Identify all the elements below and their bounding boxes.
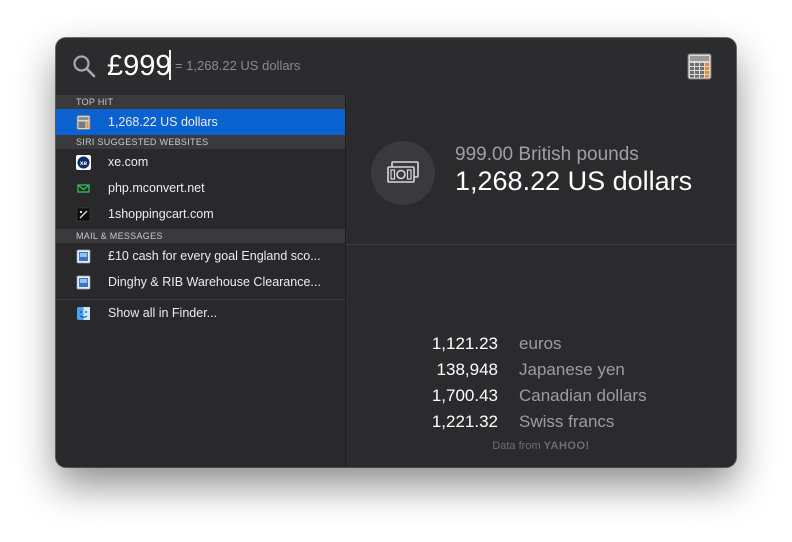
show-all-in-finder[interactable]: Show all in Finder... <box>56 300 345 326</box>
result-label: 1shoppingcart.com <box>108 207 214 221</box>
converted-amount: 1,268.22 US dollars <box>455 166 693 196</box>
result-label: php.mconvert.net <box>108 181 205 195</box>
result-label: Dinghy & RIB Warehouse Clearance... <box>108 275 321 289</box>
section-header-top-hit: TOP HIT <box>56 95 345 109</box>
result-1shoppingcart[interactable]: 1shoppingcart.com <box>56 201 345 227</box>
conversion-row-euros: 1,121.23 euros <box>346 331 736 357</box>
preview-divider <box>346 244 736 245</box>
section-header-siri: SIRI SUGGESTED WEBSITES <box>56 135 345 149</box>
conversion-currency: Swiss francs <box>519 412 615 431</box>
search-input[interactable]: £999 <box>107 48 172 84</box>
text-caret <box>169 50 171 80</box>
conversion-currency: Japanese yen <box>519 360 625 379</box>
conversion-row-chf: 1,221.32 Swiss francs <box>346 409 736 435</box>
data-source-credit: Data from YAHOO! <box>346 440 736 452</box>
inline-result: = 1,268.22 US dollars <box>175 58 301 73</box>
conversion-amount: 1,700.43 <box>431 386 498 405</box>
spotlight-window: £999 = 1,268.22 US dollars TOP HIT 1,268… <box>56 38 736 467</box>
conversion-currency: euros <box>519 334 562 353</box>
result-mail-1[interactable]: £10 cash for every goal England sco... <box>56 243 345 269</box>
result-label: Show all in Finder... <box>108 306 218 320</box>
section-header-mail: MAIL & MESSAGES <box>56 229 345 243</box>
calculator-icon <box>76 115 91 130</box>
conversion-amount: 1,121.23 <box>431 334 498 353</box>
conversion-amount: 138,948 <box>436 360 498 379</box>
result-top-hit[interactable]: 1,268.22 US dollars <box>56 109 345 135</box>
conversion-amount: 1,221.32 <box>431 412 498 431</box>
preview-panel: 999.00 British pounds 1,268.22 US dollar… <box>346 95 736 467</box>
calculator-icon <box>687 53 712 80</box>
conversion-currency: Canadian dollars <box>519 386 647 405</box>
conversion-row-yen: 138,948 Japanese yen <box>346 357 736 383</box>
shoppingcart-favicon-icon <box>76 207 91 222</box>
search-bar: £999 = 1,268.22 US dollars <box>56 38 736 96</box>
conversion-row-cad: 1,700.43 Canadian dollars <box>346 383 736 409</box>
result-label: 1,268.22 US dollars <box>108 115 218 129</box>
result-label: £10 cash for every goal England sco... <box>108 249 321 263</box>
result-mconvert[interactable]: php.mconvert.net <box>56 175 345 201</box>
results-list: TOP HIT 1,268.22 US dollars SIRI SUGGEST… <box>56 95 346 467</box>
mail-icon <box>76 249 91 264</box>
result-label: xe.com <box>108 155 149 169</box>
finder-icon <box>76 306 91 321</box>
source-amount: 999.00 British pounds <box>455 144 639 165</box>
xe-favicon-icon: xe <box>76 155 91 170</box>
yahoo-logo: YAHOO! <box>543 440 590 452</box>
mconvert-favicon-icon <box>76 181 91 196</box>
svg-text:xe: xe <box>80 160 88 167</box>
mail-icon <box>76 275 91 290</box>
credit-prefix: Data from <box>492 440 541 452</box>
result-mail-2[interactable]: Dinghy & RIB Warehouse Clearance... <box>56 269 345 295</box>
result-xe-com[interactable]: xe xe.com <box>56 149 345 175</box>
search-icon <box>72 54 96 78</box>
money-icon <box>371 141 435 205</box>
